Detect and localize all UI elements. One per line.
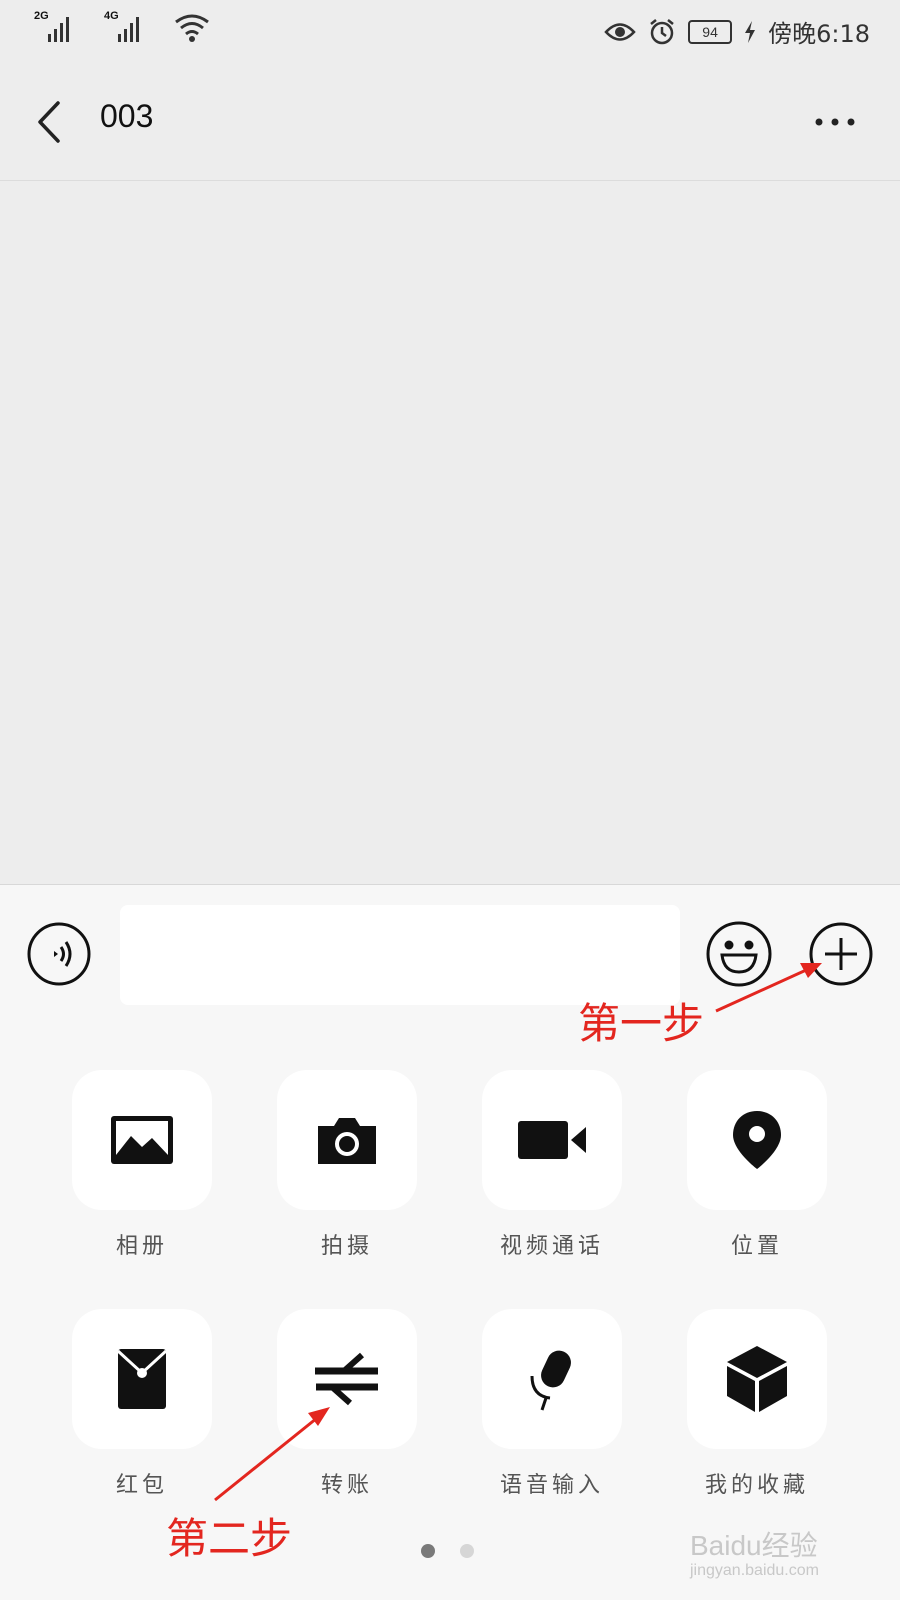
location-tile[interactable]: [687, 1070, 827, 1210]
transfer-button[interactable]: 转账: [277, 1309, 417, 1499]
album-tile[interactable]: [72, 1070, 212, 1210]
album-button[interactable]: 相册: [72, 1070, 212, 1260]
voice-input-button[interactable]: 语音输入: [482, 1309, 622, 1499]
watermark-url: jingyan.baidu.com: [690, 1562, 819, 1579]
eye-icon: [604, 22, 636, 41]
cell-signal-2g-icon: 2G: [34, 10, 92, 42]
favorites-tile[interactable]: [687, 1309, 827, 1449]
baidu-watermark: Baidu经验 jingyan.baidu.com: [690, 1524, 819, 1580]
video-call-icon: [518, 1121, 586, 1159]
page-dot-inactive[interactable]: [460, 1544, 474, 1558]
video-call-label: 视频通话: [499, 1234, 604, 1259]
voice-mode-icon[interactable]: [26, 921, 92, 987]
input-bar: [0, 884, 900, 1026]
battery-level: 94: [702, 23, 718, 40]
wifi-icon: [175, 14, 209, 42]
battery-icon: 94: [688, 19, 733, 44]
signal-type-label: 4G: [104, 10, 119, 22]
location-label: 位置: [730, 1234, 783, 1259]
alarm-icon: [650, 18, 674, 44]
camera-button[interactable]: 拍摄: [277, 1070, 417, 1260]
clock: 傍晚6:18: [768, 20, 870, 48]
red-packet-label: 红包: [115, 1473, 168, 1498]
plus-more-icon[interactable]: [808, 921, 874, 987]
chat-title: 003: [100, 98, 154, 134]
message-area[interactable]: [0, 181, 900, 884]
favorites-label: 我的收藏: [704, 1473, 809, 1498]
camera-label: 拍摄: [320, 1234, 373, 1259]
transfer-label: 转账: [320, 1473, 373, 1498]
chat-header: 003: [0, 62, 900, 181]
page-dot-active[interactable]: [421, 1544, 435, 1558]
more-options-icon[interactable]: [810, 107, 860, 137]
page-indicator: [421, 1544, 474, 1558]
location-button[interactable]: 位置: [687, 1070, 827, 1260]
step1-annotation: 第一步: [578, 999, 705, 1048]
voice-input-tile[interactable]: [482, 1309, 622, 1449]
favorites-button[interactable]: 我的收藏: [687, 1309, 827, 1499]
red-packet-tile[interactable]: [72, 1309, 212, 1449]
photo-icon: [111, 1116, 173, 1164]
back-arrow-icon[interactable]: [30, 97, 70, 147]
video-call-tile[interactable]: [482, 1070, 622, 1210]
location-icon: [733, 1111, 781, 1169]
more-functions-panel: 相册 拍摄 视频通话 位置 红包 转账 语音输入 我的收藏: [0, 1025, 900, 1600]
album-label: 相册: [115, 1234, 168, 1259]
transfer-tile[interactable]: [277, 1309, 417, 1449]
microphone-icon: [530, 1350, 571, 1411]
watermark-brand: Baidu经验: [690, 1530, 818, 1561]
video-call-button[interactable]: 视频通话: [482, 1070, 622, 1260]
favorites-cube-icon: [727, 1346, 787, 1412]
emoji-icon[interactable]: [705, 920, 773, 988]
cell-signal-4g-icon: 4G: [104, 10, 162, 42]
signal-type-label: 2G: [34, 10, 49, 22]
red-packet-button[interactable]: 红包: [72, 1309, 212, 1499]
charging-icon: [745, 20, 756, 43]
camera-tile[interactable]: [277, 1070, 417, 1210]
voice-input-label: 语音输入: [499, 1473, 604, 1498]
step2-annotation: 第二步: [166, 1514, 293, 1563]
red-packet-icon: [116, 1349, 168, 1409]
transfer-icon: [315, 1352, 378, 1406]
camera-icon: [318, 1118, 376, 1164]
status-bar: 2G 4G 94 傍晚6:18: [0, 0, 900, 62]
